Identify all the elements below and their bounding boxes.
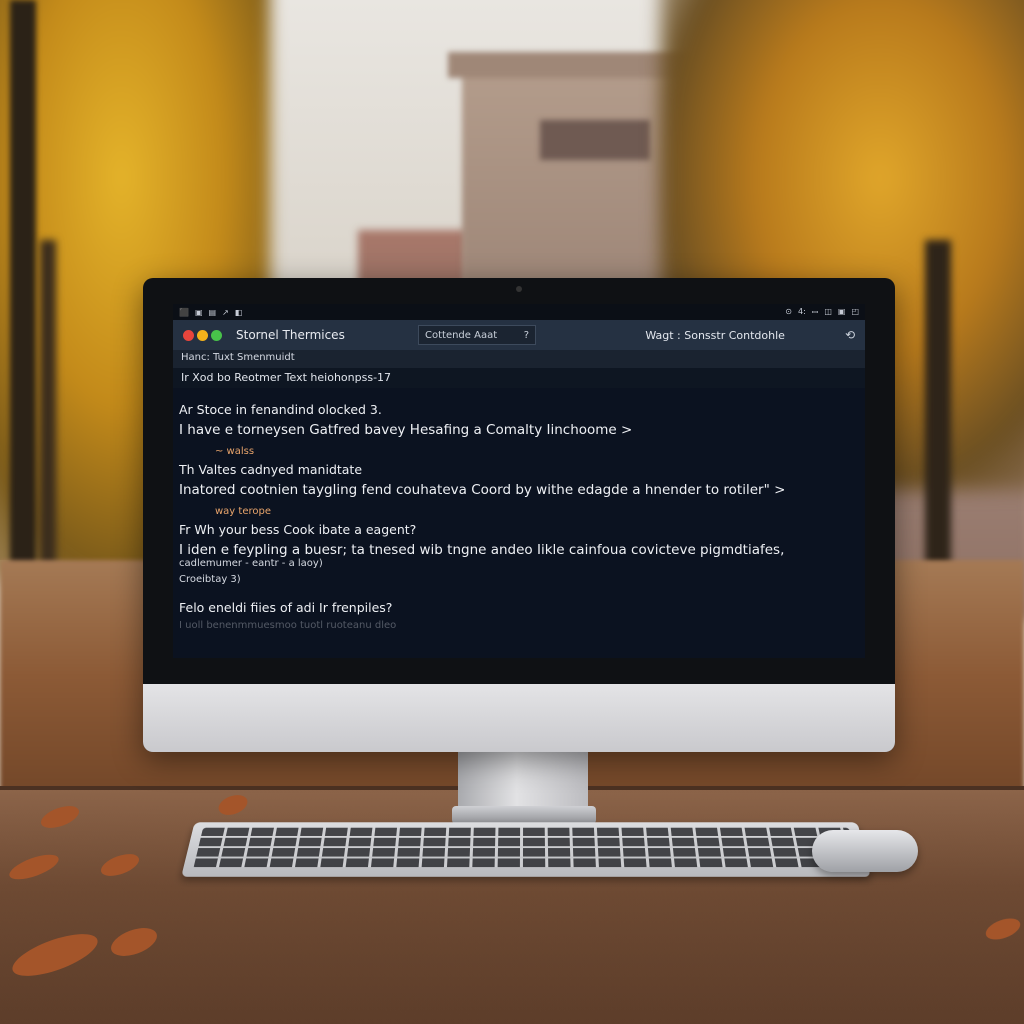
- document-line-head: Ar Stoce in fenandind olocked 3.: [179, 402, 382, 417]
- mouse: [812, 830, 918, 872]
- monitor-stand: [458, 752, 588, 814]
- monitor-chin: [143, 684, 895, 752]
- monitor-screen: ⬛ ▣ ▤ ↗ ◧ ⊙ 4: ꟷ ◫ ▣ ◰ Stornel Thermices Cottende…: [173, 304, 865, 658]
- document-line-small: cadlemumer - eantr - a laoy): [179, 558, 323, 569]
- search-label: Cottende Aaat: [425, 330, 497, 341]
- window-controls: [183, 330, 222, 341]
- status-icon[interactable]: ⬛: [179, 308, 189, 317]
- status-right-icons: ⊙ 4: ꟷ ◫ ▣ ◰: [785, 307, 859, 318]
- status-icon[interactable]: 4:: [798, 307, 806, 318]
- status-icon[interactable]: ◫: [824, 307, 832, 318]
- status-icon[interactable]: ◰: [851, 307, 859, 318]
- document-line-head: Th Valtes cadnyed manidtate: [179, 462, 362, 477]
- app-toolbar: Stornel Thermices Cottende Aaat ? Wagt :…: [173, 320, 865, 350]
- document-line-small: I uoll benenmmuesmoo tuotl ruoteanu dleo: [179, 620, 396, 631]
- status-icon[interactable]: ⊙: [785, 307, 792, 318]
- camera-icon: [516, 286, 522, 292]
- building-balcony: [540, 120, 650, 160]
- menu-status-bar: ⬛ ▣ ▤ ↗ ◧ ⊙ 4: ꟷ ◫ ▣ ◰: [173, 304, 865, 320]
- app-title: Stornel Thermices: [236, 328, 386, 342]
- status-icon[interactable]: ◧: [235, 308, 243, 317]
- status-icon[interactable]: ꟷ: [812, 307, 819, 318]
- keyboard: [181, 822, 871, 877]
- help-icon: ?: [524, 330, 529, 341]
- status-left-icons: ⬛ ▣ ▤ ↗ ◧: [179, 308, 242, 317]
- status-icon[interactable]: ▣: [838, 307, 846, 318]
- toolbar-right-label[interactable]: Wagt : Sonsstr Contdohle: [645, 329, 785, 342]
- document-line-head: Felo eneldi fiies of adi Ir frenpiles?: [179, 600, 392, 615]
- document-line-body: Inatored cootnien taygling fend couhatev…: [179, 482, 785, 498]
- maximize-window-button[interactable]: [211, 330, 222, 341]
- status-icon[interactable]: ▤: [209, 308, 217, 317]
- document-line-body: I have e torneysen Gatfred bavey Hesafin…: [179, 422, 632, 438]
- photo-scene: ⬛ ▣ ▤ ↗ ◧ ⊙ 4: ꟷ ◫ ▣ ◰ Stornel Thermices Cottende…: [0, 0, 1024, 1024]
- document-line-meta: way terope: [215, 506, 271, 517]
- document-path-bar: Ir Xod bo Reotmer Text heiohonpss-17: [173, 368, 865, 388]
- document-line-body: I iden e feypling a buesr; ta tnesed wib…: [179, 542, 784, 558]
- document-line-head: Fr Wh your bess Cook ibate a eagent?: [179, 522, 416, 537]
- close-window-button[interactable]: [183, 330, 194, 341]
- tree-trunk: [40, 240, 56, 600]
- status-icon[interactable]: ▣: [195, 308, 203, 317]
- keyboard-keys: [193, 828, 859, 869]
- document-subheader: Hanc: Tuxt Smenmuidt: [173, 350, 865, 368]
- search-field[interactable]: Cottende Aaat ?: [418, 325, 536, 345]
- document-line-meta: ~ walss: [215, 446, 254, 457]
- refresh-icon[interactable]: ⟲: [845, 328, 855, 342]
- tree-trunk: [10, 0, 36, 640]
- document-line-small: Croeibtay 3): [179, 574, 241, 585]
- monitor: ⬛ ▣ ▤ ↗ ◧ ⊙ 4: ꟷ ◫ ▣ ◰ Stornel Thermices Cottende…: [143, 278, 895, 752]
- minimize-window-button[interactable]: [197, 330, 208, 341]
- status-icon[interactable]: ↗: [222, 308, 229, 317]
